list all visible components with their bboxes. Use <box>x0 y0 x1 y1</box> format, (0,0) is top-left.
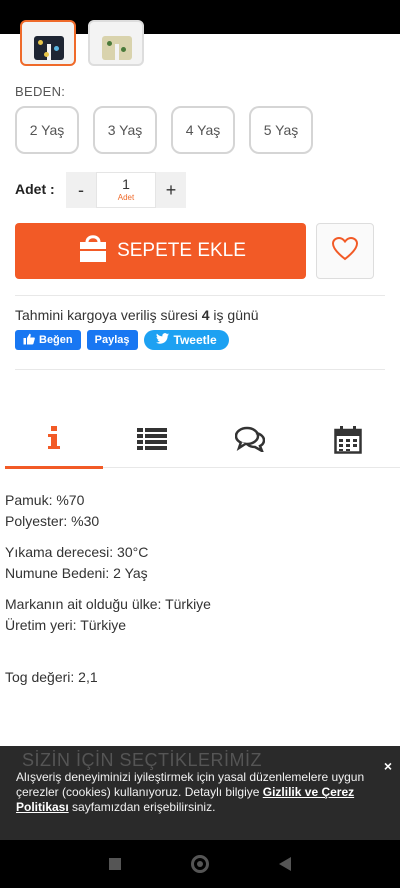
product-tabs <box>5 416 400 469</box>
quantity-increase-button[interactable]: + <box>156 172 186 208</box>
heart-icon <box>331 236 359 266</box>
tweet-button[interactable]: Tweetle <box>143 330 229 350</box>
product-details: Pamuk: %70 Polyester: %30 Yıkama dereces… <box>5 490 211 688</box>
tab-info[interactable] <box>5 416 103 469</box>
detail-line: Markanın ait olduğu ülke: Türkiye <box>5 596 211 612</box>
facebook-share-label: Paylaş <box>94 334 130 346</box>
size-option-2[interactable]: 2 Yaş <box>15 106 79 154</box>
tab-features[interactable] <box>103 416 201 468</box>
twitter-bird-icon <box>155 333 169 347</box>
shipping-days: 4 <box>201 307 210 323</box>
product-thumbnails <box>20 20 144 66</box>
size-option-5[interactable]: 5 Yaş <box>249 106 313 154</box>
calendar-icon <box>334 426 362 459</box>
home-icon[interactable] <box>191 855 209 873</box>
favorite-button[interactable] <box>316 223 374 279</box>
thumbnail-light-pants[interactable] <box>88 20 144 66</box>
quantity-unit: Adet <box>117 193 135 202</box>
detail-line: Pamuk: %70 <box>5 492 85 508</box>
size-option-3[interactable]: 3 Yaş <box>93 106 157 154</box>
shopping-bag-icon <box>75 230 111 272</box>
detail-line: Tog değeri: 2,1 <box>5 669 98 685</box>
shipping-suffix: iş günü <box>213 307 259 323</box>
quantity-stepper: - 1 Adet + <box>66 172 186 208</box>
cookie-text-after: sayfamızdan erişebilirsiniz. <box>68 800 216 814</box>
facebook-like-button[interactable]: Beğen <box>15 330 81 350</box>
comments-icon <box>234 426 266 457</box>
close-icon[interactable]: × <box>384 758 392 774</box>
quantity-value: 1 <box>122 176 130 192</box>
add-to-cart-button[interactable]: SEPETE EKLE <box>15 223 306 279</box>
list-icon <box>137 426 167 455</box>
divider <box>15 369 385 370</box>
recommended-heading: SİZİN İÇİN SEÇTİKLERİMİZ <box>22 750 263 770</box>
size-label: BEDEN: <box>15 84 66 99</box>
shipping-estimate: Tahmini kargoya veriliş süresi 4 iş günü <box>15 307 259 323</box>
quantity-label: Adet : <box>15 181 55 197</box>
quantity-field[interactable]: 1 Adet <box>96 172 156 208</box>
size-options: 2 Yaş 3 Yaş 4 Yaş 5 Yaş <box>15 106 313 154</box>
cookie-text: Alışveriş deneyiminizi iyileştirmek için… <box>16 770 366 815</box>
facebook-like-label: Beğen <box>39 334 73 346</box>
back-icon[interactable] <box>279 857 291 871</box>
facebook-share-button[interactable]: Paylaş <box>86 330 138 350</box>
quantity-decrease-button[interactable]: - <box>66 172 96 208</box>
thumbnail-dark-pants[interactable] <box>20 20 76 66</box>
divider <box>15 295 385 296</box>
thumbs-up-icon <box>23 333 35 348</box>
detail-line: Polyester: %30 <box>5 513 100 529</box>
light-pants-image <box>102 36 132 60</box>
tab-calendar[interactable] <box>299 416 397 468</box>
detail-line: Yıkama derecesi: 30°C <box>5 544 149 560</box>
shipping-prefix: Tahmini kargoya veriliş süresi <box>15 307 198 323</box>
social-buttons: Beğen Paylaş Tweetle <box>15 330 229 350</box>
tab-comments[interactable] <box>201 416 299 468</box>
add-to-cart-label: SEPETE EKLE <box>117 240 246 261</box>
size-option-4[interactable]: 4 Yaş <box>171 106 235 154</box>
android-navigation-bar <box>0 840 400 888</box>
tweet-label: Tweetle <box>173 333 217 347</box>
detail-line: Üretim yeri: Türkiye <box>5 617 127 633</box>
cookie-banner: SİZİN İÇİN SEÇTİKLERİMİZ Alışveriş deney… <box>0 746 400 840</box>
info-icon <box>47 426 61 455</box>
detail-line: Numune Bedeni: 2 Yaş <box>5 565 148 581</box>
recent-apps-icon[interactable] <box>109 858 121 870</box>
